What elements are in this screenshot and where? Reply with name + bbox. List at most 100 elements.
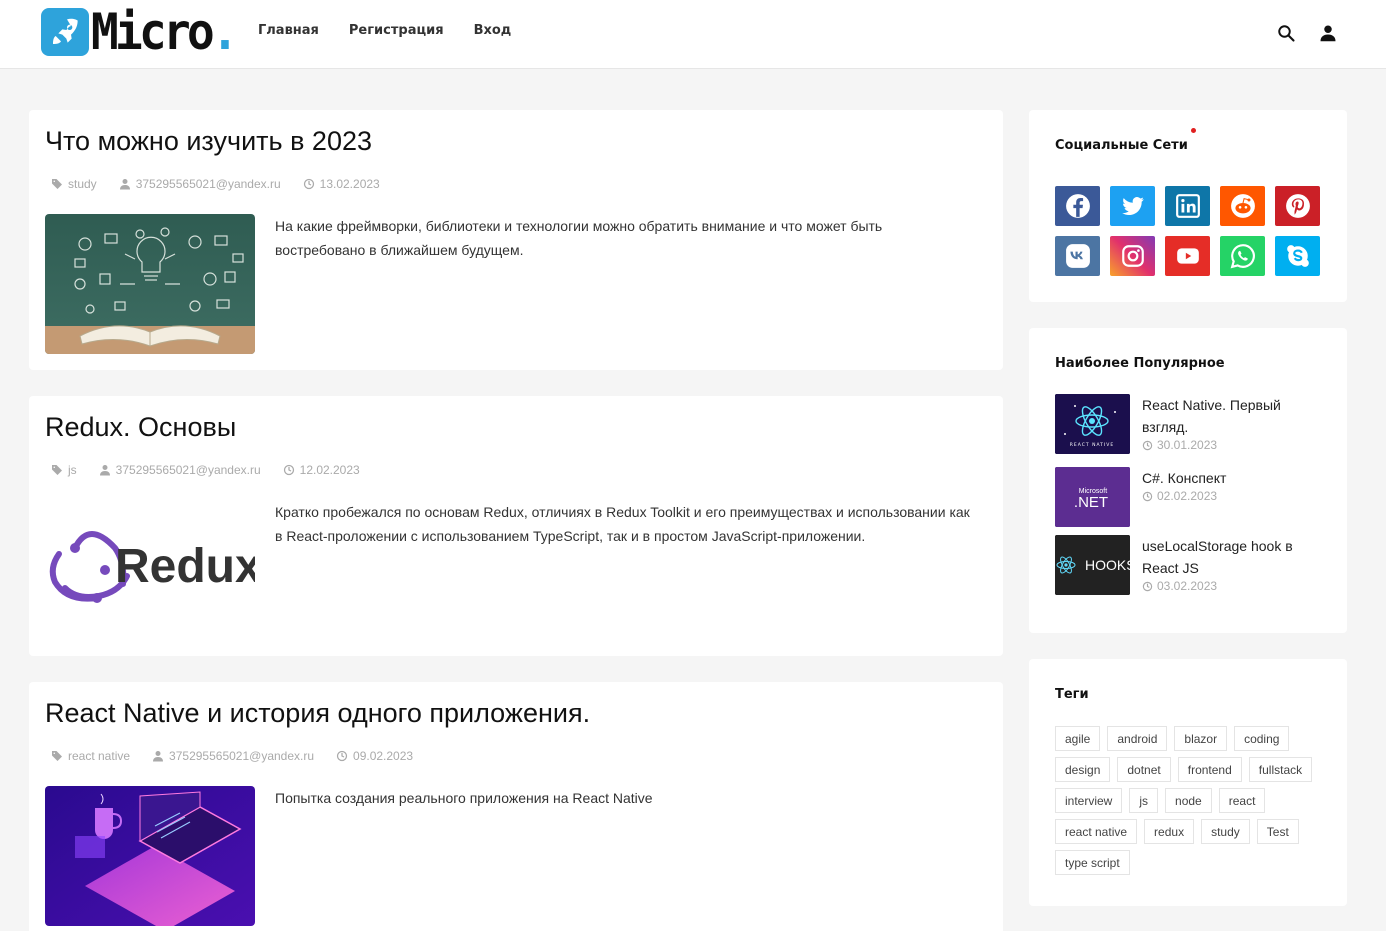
- redux-logo-text: Redux: [115, 540, 255, 593]
- tag-link[interactable]: fullstack: [1248, 757, 1313, 782]
- linkedin-icon: [1175, 194, 1200, 218]
- post-card: Redux. Основы js 375295565021@yandex.ru …: [29, 396, 1003, 656]
- post-author[interactable]: 375295565021@yandex.ru: [152, 749, 314, 763]
- svg-text:REACT NATIVE: REACT NATIVE: [1070, 442, 1114, 448]
- skype-link[interactable]: [1275, 236, 1320, 276]
- clock-icon: [1142, 440, 1153, 450]
- nav-register-link[interactable]: Регистрация: [349, 23, 444, 38]
- popular-post[interactable]: REACT NATIVE React Native. Первый взгляд…: [1055, 394, 1327, 454]
- whatsapp-icon: [1230, 244, 1255, 269]
- vk-icon: [1065, 244, 1090, 268]
- social-links: [1055, 186, 1320, 276]
- popular-thumbnail: Microsoft .NET: [1055, 467, 1130, 527]
- popular-post-title[interactable]: useLocalStorage hook в React JS: [1142, 535, 1327, 579]
- nav-login-link[interactable]: Вход: [474, 23, 512, 38]
- post-excerpt: На какие фреймворки, библиотеки и технол…: [275, 218, 883, 258]
- popular-post-date: 02.02.2023: [1142, 489, 1327, 503]
- tag-link[interactable]: type script: [1055, 850, 1130, 875]
- youtube-icon: [1176, 248, 1199, 264]
- tag-link[interactable]: redux: [1144, 819, 1195, 844]
- twitter-icon: [1121, 197, 1144, 215]
- linkedin-link[interactable]: [1165, 186, 1210, 226]
- vk-link[interactable]: [1055, 236, 1100, 276]
- social-widget-title: Социальные Сети: [1055, 138, 1188, 153]
- instagram-link[interactable]: [1110, 236, 1155, 276]
- post-excerpt: Попытка создания реального приложения на…: [275, 790, 653, 806]
- tag-link[interactable]: dotnet: [1117, 757, 1171, 782]
- redux-logo-image: Redux: [49, 531, 255, 603]
- post-tag[interactable]: react native: [51, 749, 130, 763]
- popular-post-date: 03.02.2023: [1142, 579, 1327, 593]
- post-tag[interactable]: study: [51, 177, 97, 191]
- tag-link[interactable]: js: [1129, 788, 1159, 813]
- user-icon: [153, 751, 164, 762]
- site-header: Micro. Главная Регистрация Вход: [0, 0, 1386, 69]
- notification-dot: [1191, 128, 1196, 133]
- popular-post-date: 30.01.2023: [1142, 438, 1327, 452]
- site-logo[interactable]: Micro.: [41, 7, 248, 58]
- twitter-link[interactable]: [1110, 186, 1155, 226]
- search-icon[interactable]: [1277, 24, 1295, 42]
- user-icon: [99, 465, 110, 476]
- tags-widget: Теги agile android blazor coding design …: [1029, 659, 1347, 906]
- clock-icon: [1142, 581, 1153, 591]
- reddit-link[interactable]: [1220, 186, 1265, 226]
- popular-post[interactable]: HOOKS useLocalStorage hook в React JS 03…: [1055, 535, 1327, 595]
- popular-post-title[interactable]: C#. Конспект: [1142, 467, 1327, 489]
- svg-text:HOOKS: HOOKS: [1085, 557, 1130, 573]
- post-meta: js 375295565021@yandex.ru 12.02.2023: [51, 463, 360, 477]
- svg-text:.NET: .NET: [1074, 494, 1108, 511]
- tag-link[interactable]: Test: [1256, 819, 1299, 844]
- post-meta: react native 375295565021@yandex.ru 09.0…: [51, 749, 413, 763]
- dotnet-image: Microsoft .NET: [1055, 467, 1130, 527]
- post-title[interactable]: Redux. Основы: [45, 412, 236, 443]
- post-thumbnail[interactable]: [45, 786, 255, 926]
- tag-link[interactable]: frontend: [1177, 757, 1242, 782]
- react-hooks-image: HOOKS: [1055, 535, 1130, 595]
- youtube-link[interactable]: [1165, 236, 1210, 276]
- popular-thumbnail: HOOKS: [1055, 535, 1130, 595]
- popular-widget: Наиболее Популярное REACT NATIVE React N…: [1029, 328, 1347, 633]
- tag-link[interactable]: design: [1055, 757, 1111, 782]
- tag-link[interactable]: react native: [1055, 819, 1138, 844]
- post-author[interactable]: 375295565021@yandex.ru: [99, 463, 261, 477]
- post-title[interactable]: React Native и история одного приложения…: [45, 698, 590, 729]
- post-thumbnail[interactable]: [45, 214, 255, 354]
- main-nav: Главная Регистрация Вход: [258, 23, 511, 38]
- tag-icon: [52, 179, 62, 189]
- tag-link[interactable]: agile: [1055, 726, 1101, 751]
- post-tag[interactable]: js: [51, 463, 77, 477]
- pinterest-link[interactable]: [1275, 186, 1320, 226]
- post-excerpt: Кратко пробежался по основам Redux, отли…: [275, 504, 970, 544]
- tag-link[interactable]: interview: [1055, 788, 1123, 813]
- tag-link[interactable]: blazor: [1174, 726, 1228, 751]
- react-native-image: REACT NATIVE: [1055, 394, 1130, 454]
- post-card: React Native и история одного приложения…: [29, 682, 1003, 931]
- user-icon: [119, 179, 130, 190]
- rocket-icon: [41, 8, 89, 56]
- tag-link[interactable]: study: [1201, 819, 1250, 844]
- isometric-laptop-image: [45, 786, 255, 926]
- tag-icon: [52, 465, 62, 475]
- nav-home-link[interactable]: Главная: [258, 23, 319, 38]
- tag-link[interactable]: react: [1218, 788, 1266, 813]
- post-author[interactable]: 375295565021@yandex.ru: [119, 177, 281, 191]
- post-date: 12.02.2023: [283, 463, 360, 477]
- whatsapp-link[interactable]: [1220, 236, 1265, 276]
- post-title[interactable]: Что можно изучить в 2023: [45, 126, 372, 157]
- user-icon[interactable]: [1319, 24, 1337, 42]
- popular-post[interactable]: Microsoft .NET C#. Конспект 02.02.2023: [1055, 467, 1327, 527]
- post-card: Что можно изучить в 2023 study 375295565…: [29, 110, 1003, 370]
- skype-icon: [1286, 245, 1309, 267]
- popular-post-title[interactable]: React Native. Первый взгляд.: [1142, 394, 1327, 438]
- post-meta: study 375295565021@yandex.ru 13.02.2023: [51, 177, 380, 191]
- post-thumbnail[interactable]: Redux: [45, 500, 255, 640]
- pinterest-icon: [1285, 194, 1310, 218]
- facebook-link[interactable]: [1055, 186, 1100, 226]
- tag-link[interactable]: coding: [1234, 726, 1290, 751]
- tag-link[interactable]: node: [1165, 788, 1212, 813]
- clock-icon: [303, 178, 314, 190]
- social-widget: Социальные Сети: [1029, 110, 1347, 302]
- clock-icon: [336, 750, 348, 762]
- tag-link[interactable]: android: [1107, 726, 1168, 751]
